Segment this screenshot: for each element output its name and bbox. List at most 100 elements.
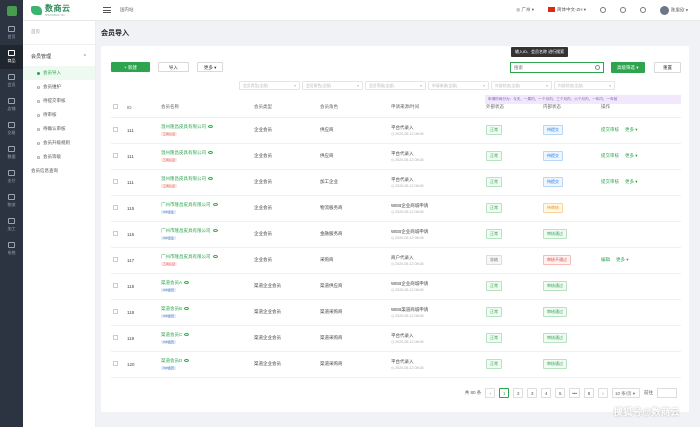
- filter-select-5[interactable]: 内部状态(全部) ▾: [554, 81, 615, 90]
- member-name-link[interactable]: 渠道会员D: [161, 358, 252, 364]
- row-more-dropdown[interactable]: 更多 ▾: [625, 153, 638, 158]
- column-header-0[interactable]: [111, 98, 125, 118]
- rail-item-6[interactable]: 支付: [0, 165, 23, 189]
- jump-input[interactable]: [657, 388, 677, 398]
- member-name-link[interactable]: 渠道会员A: [161, 280, 252, 286]
- site-breadcrumb[interactable]: 国内站: [120, 7, 134, 13]
- member-name-text: 广州市隆昌皮具有限公司: [161, 228, 211, 233]
- rail-item-4[interactable]: 交易: [0, 117, 23, 141]
- rail-item-5[interactable]: 数据: [0, 141, 23, 165]
- location-selector[interactable]: ◎ 广州 ▾: [516, 7, 534, 13]
- member-name-link[interactable]: 渠道会员C: [161, 332, 252, 338]
- prev-page-button[interactable]: ‹: [485, 388, 496, 398]
- select-all-checkbox[interactable]: [113, 104, 118, 110]
- eye-icon[interactable]: [212, 229, 218, 233]
- eye-icon[interactable]: [184, 307, 190, 311]
- filter-select-2[interactable]: 会员等级(全部) ▾: [365, 81, 426, 90]
- row-checkbox[interactable]: [113, 335, 118, 340]
- row-action-link[interactable]: 提交审核: [601, 153, 619, 158]
- page-button-3[interactable]: 4: [541, 388, 552, 398]
- advanced-filter-button[interactable]: 高级筛选 ▾: [611, 62, 645, 73]
- reset-button[interactable]: 重置: [654, 62, 681, 73]
- import-button[interactable]: 导入: [157, 62, 189, 72]
- row-action-link[interactable]: 提交审核: [601, 179, 619, 184]
- rail-item-3[interactable]: 店铺: [0, 93, 23, 117]
- page-button-2[interactable]: 3: [527, 388, 538, 398]
- rail-item-1[interactable]: 商品: [0, 45, 23, 69]
- row-checkbox[interactable]: [113, 283, 118, 288]
- search-input[interactable]: [511, 65, 595, 70]
- cell-external-status: 正常: [484, 221, 541, 248]
- cell-source-time: 平台代录入 ◷ 2020-05-12 08:08: [389, 169, 484, 196]
- more-dropdown[interactable]: 更多 ▾: [196, 62, 224, 72]
- sidebar-item-1[interactable]: 会员维护: [23, 80, 95, 94]
- search-icon[interactable]: [595, 65, 600, 70]
- row-checkbox[interactable]: [113, 361, 118, 366]
- filter-select-3[interactable]: 申请来源(全部) ▾: [428, 81, 489, 90]
- rail-item-2[interactable]: 会员: [0, 69, 23, 93]
- sidebar-home-link[interactable]: 首页: [23, 29, 95, 45]
- language-selector[interactable]: 简体中文-ZH ▾: [547, 7, 586, 13]
- rail-item-7[interactable]: 物流: [0, 189, 23, 213]
- row-checkbox[interactable]: [113, 127, 118, 132]
- member-name-link[interactable]: 渠道会员B: [161, 306, 252, 312]
- sidebar-item-member-info-query[interactable]: 会员信息查询: [23, 164, 95, 178]
- row-checkbox[interactable]: [113, 257, 118, 262]
- bullet-icon: [37, 71, 40, 75]
- member-name-link[interactable]: 温州隆昌皮具有限公司: [161, 176, 252, 182]
- eye-icon[interactable]: [184, 281, 190, 285]
- sidebar-item-3[interactable]: 待审核: [23, 108, 95, 122]
- eye-icon[interactable]: [184, 333, 190, 337]
- filter-select-1[interactable]: 会员角色(全部) ▾: [302, 81, 363, 90]
- row-checkbox[interactable]: [113, 231, 118, 236]
- help-icon[interactable]: [599, 7, 606, 13]
- row-checkbox[interactable]: [113, 205, 118, 210]
- member-name-link[interactable]: 温州隆昌皮具有限公司: [161, 124, 252, 130]
- user-menu[interactable]: 陈果欣 ▾: [659, 5, 688, 15]
- notification-bell-icon[interactable]: [619, 7, 626, 13]
- row-checkbox[interactable]: [113, 153, 118, 158]
- eye-icon[interactable]: [212, 203, 218, 207]
- sidebar-item-6[interactable]: 会员等级: [23, 150, 95, 164]
- member-name-link[interactable]: 广州市隆昌皮具有限公司: [161, 228, 252, 234]
- rail-item-9[interactable]: 系统: [0, 237, 23, 261]
- cell-member-name: 渠道会员D VIP会员: [159, 351, 252, 378]
- row-more-dropdown[interactable]: 更多 ▾: [616, 257, 629, 262]
- filter-select-4[interactable]: 外部状态(全部) ▾: [491, 81, 552, 90]
- column-header-4: 会员角色: [318, 98, 389, 118]
- row-action-link[interactable]: 提交审核: [601, 127, 619, 132]
- menu-toggle-icon[interactable]: [103, 7, 111, 13]
- rail-item-0[interactable]: 首页: [0, 21, 23, 45]
- page-size-select[interactable]: 10 条/页 ▾: [612, 388, 640, 398]
- row-action-link[interactable]: 编辑: [601, 257, 610, 262]
- sidebar-item-2[interactable]: 待提交审核: [23, 94, 95, 108]
- page-button-0[interactable]: 1: [499, 388, 510, 398]
- new-button[interactable]: + 新建: [111, 62, 150, 72]
- eye-icon[interactable]: [184, 359, 190, 363]
- eye-icon[interactable]: [212, 255, 218, 259]
- filter-select-0[interactable]: 会员类型(全部) ▾: [239, 81, 300, 90]
- page-button-5[interactable]: •••: [569, 388, 580, 398]
- member-name-link[interactable]: 广州市隆昌皮具有限公司: [161, 254, 252, 260]
- eye-icon[interactable]: [208, 151, 213, 155]
- member-name-link[interactable]: 温州隆昌皮具有限公司: [161, 150, 252, 156]
- rail-item-8[interactable]: 加工: [0, 213, 23, 237]
- search-box[interactable]: [510, 62, 604, 73]
- page-button-1[interactable]: 2: [513, 388, 524, 398]
- next-page-button[interactable]: ›: [598, 388, 608, 398]
- page-button-6[interactable]: 8: [584, 388, 594, 398]
- member-name-link[interactable]: 广州市隆昌皮具有限公司: [161, 202, 252, 208]
- sidebar-group-member-management[interactable]: 会员管理 ⌃: [23, 45, 95, 66]
- sidebar-item-0[interactable]: 会员导入: [23, 66, 95, 80]
- eye-icon[interactable]: [208, 177, 213, 181]
- row-checkbox[interactable]: [113, 179, 118, 184]
- brand-logo[interactable]: 数商云 SHUSHANGYUN: [23, 3, 103, 17]
- row-checkbox[interactable]: [113, 309, 118, 314]
- row-more-dropdown[interactable]: 更多 ▾: [625, 179, 638, 184]
- row-more-dropdown[interactable]: 更多 ▾: [625, 127, 638, 132]
- settings-icon[interactable]: [639, 7, 646, 13]
- sidebar-item-5[interactable]: 会员升级规则: [23, 136, 95, 150]
- eye-icon[interactable]: [208, 125, 213, 129]
- sidebar-item-4[interactable]: 待确认审核: [23, 122, 95, 136]
- page-button-4[interactable]: 5: [555, 388, 566, 398]
